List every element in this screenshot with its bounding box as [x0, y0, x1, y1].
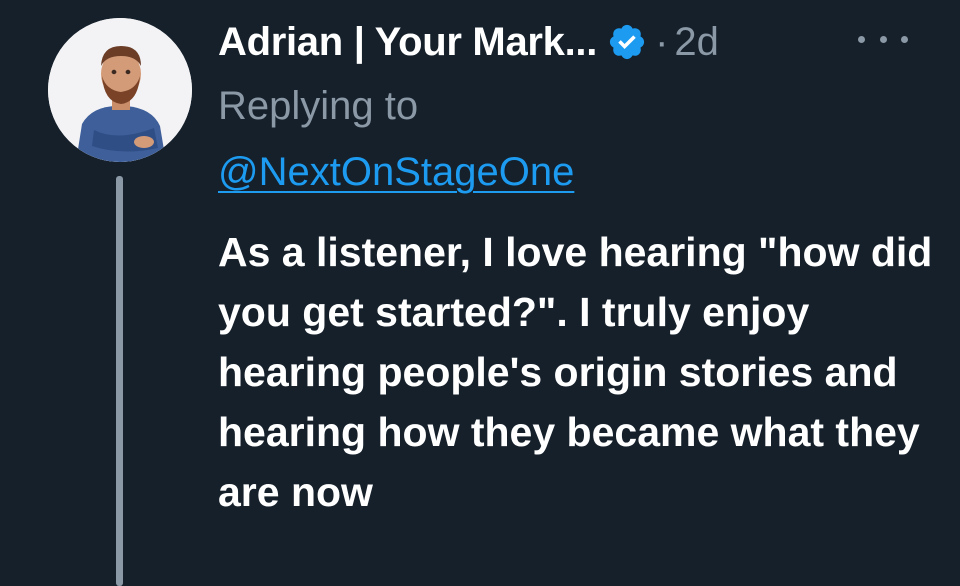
more-options-icon[interactable] [858, 24, 908, 54]
avatar-illustration [48, 18, 192, 162]
tweet-header: Adrian | Your Mark... · 2d [218, 14, 719, 70]
thread-line [116, 176, 123, 586]
replying-to-handle[interactable]: @NextOnStageOne [218, 150, 574, 195]
avatar[interactable] [48, 18, 192, 162]
timestamp[interactable]: 2d [674, 20, 719, 65]
author-name[interactable]: Adrian | Your Mark... [218, 20, 597, 65]
verified-badge-icon [609, 24, 645, 60]
more-dot [901, 35, 908, 43]
more-dot [879, 35, 887, 43]
more-dot [858, 35, 865, 43]
tweet[interactable]: Adrian | Your Mark... · 2d Replying to @… [0, 0, 960, 586]
tweet-text: As a listener, I love hearing "how did y… [218, 229, 933, 515]
replying-to-label: Replying to [218, 84, 419, 128]
separator-dot: · [655, 19, 669, 64]
